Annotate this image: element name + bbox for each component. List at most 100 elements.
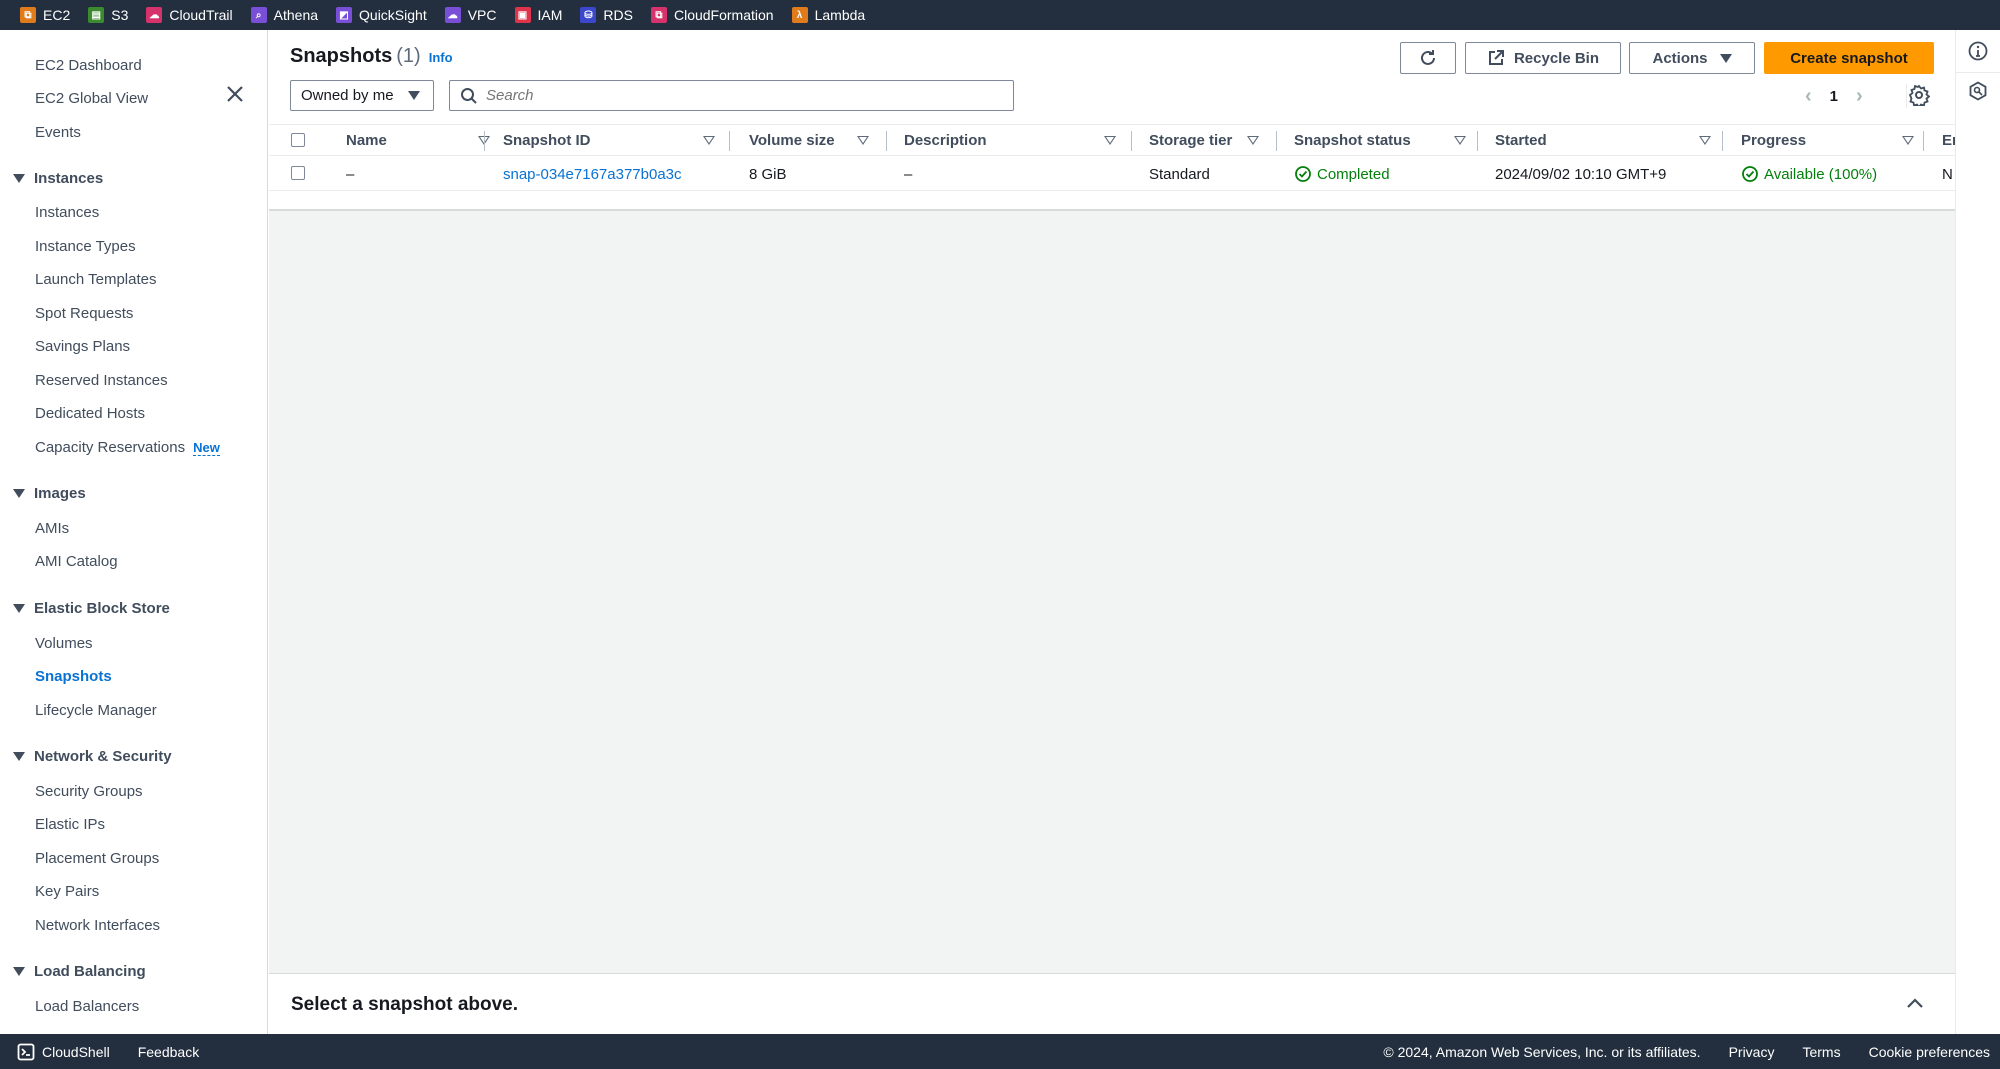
sidebar-item-volumes[interactable]: Volumes xyxy=(35,635,93,652)
cell-started: 2024/09/02 10:10 GMT+9 xyxy=(1495,165,1667,183)
favorite-rds[interactable]: ⛁ RDS xyxy=(580,7,633,23)
sidebar-item-ec2-global-view[interactable]: EC2 Global View xyxy=(35,90,148,107)
sidebar-section-instances[interactable]: Instances xyxy=(13,170,103,187)
details-split-panel: Select a snapshot above. xyxy=(269,973,1955,1034)
column-header-encryption[interactable]: En xyxy=(1942,125,1955,156)
actions-dropdown[interactable]: Actions xyxy=(1629,42,1755,74)
sidebar-item-amis[interactable]: AMIs xyxy=(35,520,69,537)
expand-split-panel-button[interactable] xyxy=(1903,992,1927,1016)
column-divider[interactable] xyxy=(886,131,887,151)
column-divider[interactable] xyxy=(1477,131,1478,151)
table-row[interactable]: – snap-034e7167a377b0a3c 8 GiB – Standar… xyxy=(269,157,1955,191)
sidebar-section-network-security[interactable]: Network & Security xyxy=(13,748,172,765)
sidebar-item-lifecycle-manager[interactable]: Lifecycle Manager xyxy=(35,702,157,719)
column-header-description[interactable]: Description xyxy=(904,125,1144,156)
security-panel-button[interactable] xyxy=(1967,80,1989,102)
close-icon xyxy=(227,86,243,102)
sidebar-item-network-interfaces[interactable]: Network Interfaces xyxy=(35,917,160,934)
terms-link[interactable]: Terms xyxy=(1802,1044,1840,1060)
column-header-snapshot-status[interactable]: Snapshot status xyxy=(1294,125,1484,156)
favorite-athena[interactable]: ⌕ Athena xyxy=(250,7,318,23)
favorite-ec2[interactable]: ⧉ EC2 xyxy=(20,7,70,23)
sidebar-item-key-pairs[interactable]: Key Pairs xyxy=(35,883,99,900)
column-divider[interactable] xyxy=(1131,131,1132,151)
sidebar-item-savings-plans[interactable]: Savings Plans xyxy=(35,338,130,355)
column-divider[interactable] xyxy=(1923,131,1924,151)
sort-icon xyxy=(1247,136,1259,145)
row-checkbox[interactable] xyxy=(291,166,305,180)
column-header-progress[interactable]: Progress xyxy=(1741,125,1931,156)
favorite-iam[interactable]: ▣ IAM xyxy=(514,7,562,23)
rail-divider xyxy=(1956,72,2000,73)
external-link-icon xyxy=(1488,50,1504,65)
vpc-icon: ☁ xyxy=(444,7,461,23)
favorite-quicksight[interactable]: ◩ QuickSight xyxy=(336,7,427,23)
column-divider[interactable] xyxy=(1722,131,1723,151)
copyright-text: © 2024, Amazon Web Services, Inc. or its… xyxy=(1383,1043,1701,1060)
current-page-number[interactable]: 1 xyxy=(1830,88,1838,105)
cloudtrail-icon: ☁ xyxy=(146,7,163,23)
cell-snapshot-status: Completed xyxy=(1294,157,1390,191)
select-all-checkbox[interactable] xyxy=(291,133,305,147)
sidebar-item-placement-groups[interactable]: Placement Groups xyxy=(35,850,159,867)
info-link[interactable]: Info xyxy=(429,50,453,65)
favorite-s3[interactable]: ▤ S3 xyxy=(88,7,128,23)
close-sidebar-button[interactable] xyxy=(223,82,247,106)
sort-icon xyxy=(1902,136,1914,145)
previous-page-button[interactable]: ‹ xyxy=(1805,85,1812,108)
column-header-volume-size[interactable]: Volume size xyxy=(749,125,889,156)
cloudshell-button[interactable]: CloudShell xyxy=(17,1043,110,1061)
privacy-link[interactable]: Privacy xyxy=(1729,1044,1775,1060)
favorite-cloudformation[interactable]: ⧉ CloudFormation xyxy=(650,7,774,23)
sidebar-item-capacity-reservations[interactable]: Capacity Reservations New xyxy=(35,439,220,456)
sidebar-item-elastic-ips[interactable]: Elastic IPs xyxy=(35,816,105,833)
column-header-storage-tier[interactable]: Storage tier xyxy=(1149,125,1279,156)
owner-filter-select[interactable]: Owned by me xyxy=(290,80,434,111)
column-header-snapshot-id[interactable]: Snapshot ID xyxy=(503,125,743,156)
favorite-vpc[interactable]: ☁ VPC xyxy=(444,7,497,23)
sidebar-item-instance-types[interactable]: Instance Types xyxy=(35,238,136,255)
column-divider[interactable] xyxy=(484,131,485,151)
sidebar-item-reserved-instances[interactable]: Reserved Instances xyxy=(35,372,168,389)
sidebar-item-events[interactable]: Events xyxy=(35,124,81,141)
search-field[interactable] xyxy=(449,80,1014,111)
feedback-link[interactable]: Feedback xyxy=(138,1044,199,1060)
terminal-icon xyxy=(17,1043,35,1060)
refresh-button[interactable] xyxy=(1400,42,1456,74)
sort-icon xyxy=(703,136,715,145)
snapshot-id-link[interactable]: snap-034e7167a377b0a3c xyxy=(503,157,682,191)
sidebar-item-spot-requests[interactable]: Spot Requests xyxy=(35,305,133,322)
cookie-preferences-link[interactable]: Cookie preferences xyxy=(1869,1044,1990,1060)
recycle-bin-button[interactable]: Recycle Bin xyxy=(1465,42,1621,74)
caret-down-icon xyxy=(13,489,25,498)
search-icon xyxy=(461,87,477,104)
sidebar-item-security-groups[interactable]: Security Groups xyxy=(35,783,143,800)
create-snapshot-button[interactable]: Create snapshot xyxy=(1764,42,1934,74)
sidebar-item-ami-catalog[interactable]: AMI Catalog xyxy=(35,553,118,570)
sidebar-item-dedicated-hosts[interactable]: Dedicated Hosts xyxy=(35,405,145,422)
main-content: Snapshots (1) Info Recycle Bin Actions Cre… xyxy=(269,30,1955,1034)
favorite-lambda[interactable]: λ Lambda xyxy=(791,7,865,23)
column-divider[interactable] xyxy=(729,131,730,151)
sidebar-item-load-balancers[interactable]: Load Balancers xyxy=(35,998,139,1015)
next-page-button[interactable]: › xyxy=(1856,85,1863,108)
cell-volume-size: 8 GiB xyxy=(749,165,787,183)
new-badge: New xyxy=(193,440,220,456)
sidebar-section-load-balancing[interactable]: Load Balancing xyxy=(13,963,146,980)
caret-down-icon xyxy=(13,967,25,976)
table-preferences-button[interactable] xyxy=(1906,84,1931,109)
cell-encryption: N xyxy=(1942,165,1953,183)
sidebar-item-launch-templates[interactable]: Launch Templates xyxy=(35,271,156,288)
sidebar-section-elastic-block-store[interactable]: Elastic Block Store xyxy=(13,600,170,617)
sidebar-section-images[interactable]: Images xyxy=(13,485,86,502)
sidebar-item-ec2-dashboard[interactable]: EC2 Dashboard xyxy=(35,57,142,74)
sidebar-item-instances[interactable]: Instances xyxy=(35,204,99,221)
sidebar-item-snapshots[interactable]: Snapshots xyxy=(35,668,112,685)
info-panel-button[interactable] xyxy=(1967,40,1989,62)
gear-icon xyxy=(1908,84,1931,109)
column-divider[interactable] xyxy=(1276,131,1277,151)
column-header-started[interactable]: Started xyxy=(1495,125,1715,156)
favorite-cloudtrail[interactable]: ☁ CloudTrail xyxy=(146,7,233,23)
column-header-name[interactable]: Name xyxy=(346,125,496,156)
search-input[interactable] xyxy=(486,87,986,104)
